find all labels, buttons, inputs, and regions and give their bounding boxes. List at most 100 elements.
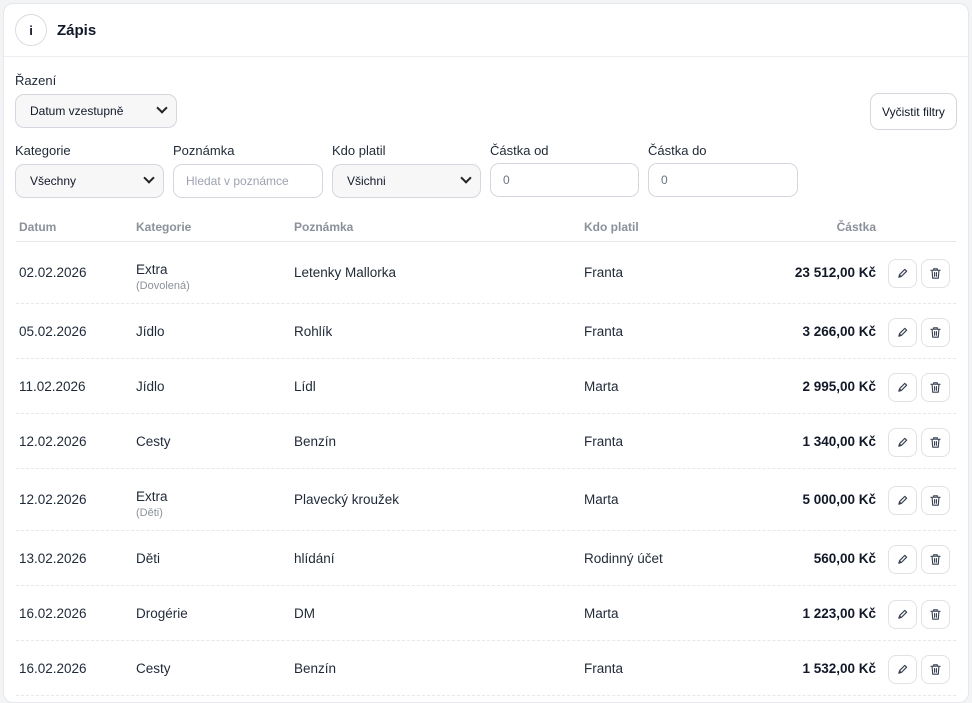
expenses-table: Datum Kategorie Poznámka Kdo platil Část…	[16, 208, 956, 696]
trash-icon	[929, 267, 942, 280]
delete-button[interactable]	[921, 486, 950, 515]
amount-to-value: 0	[661, 173, 668, 187]
amount-to-label: Částka do	[648, 143, 707, 158]
trash-icon	[929, 608, 942, 621]
cell-payer: Marta	[584, 379, 619, 394]
cell-date: 02.02.2026	[19, 265, 87, 280]
cell-payer: Marta	[584, 492, 619, 507]
payer-select-value: Všichni	[347, 174, 386, 188]
cell-category: Cesty	[136, 661, 171, 676]
edit-button[interactable]	[888, 600, 917, 629]
pencil-icon	[897, 554, 908, 565]
table-row: 13.02.2026 Děti hlídání Rodinný účet 560,00 …	[16, 531, 956, 586]
cell-amount: 2 995,00 Kč	[802, 379, 876, 394]
chevron-down-icon	[156, 102, 168, 114]
delete-button[interactable]	[921, 600, 950, 629]
note-search-input[interactable]: Hledat v poznámce	[173, 164, 323, 198]
cell-category: Děti	[136, 551, 161, 566]
amount-from-input[interactable]: 0	[490, 163, 639, 197]
table-row: 16.02.2026 Drogérie DM Marta 1 223,00 Kč	[16, 586, 956, 641]
delete-button[interactable]	[921, 545, 950, 574]
category-select[interactable]: Všechny	[15, 164, 164, 198]
sort-select[interactable]: Datum vzestupně	[15, 94, 177, 128]
edit-button[interactable]	[888, 259, 917, 288]
cell-note: Benzín	[294, 661, 337, 676]
cell-payer: Rodinný účet	[584, 551, 663, 566]
cell-note: Plavecký kroužek	[294, 492, 400, 507]
cell-payer: Franta	[584, 324, 624, 339]
delete-button[interactable]	[921, 655, 950, 684]
payer-label: Kdo platil	[332, 143, 386, 158]
clear-filters-button[interactable]: Vyčistit filtry	[870, 93, 957, 130]
cell-subcategory: (Děti)	[136, 507, 163, 519]
amount-from-label: Částka od	[490, 143, 549, 158]
payer-select[interactable]: Všichni	[332, 164, 481, 198]
pencil-icon	[897, 495, 908, 506]
category-label: Kategorie	[15, 143, 71, 158]
column-date[interactable]: Datum	[19, 220, 56, 234]
chevron-down-icon	[460, 172, 472, 184]
amount-from-value: 0	[503, 173, 510, 187]
expense-log-card: i Zápis Řazení Datum vzestupně Vyčistit …	[3, 3, 969, 703]
cell-category: Jídlo	[136, 379, 165, 394]
edit-button[interactable]	[888, 318, 917, 347]
cell-note: DM	[294, 606, 315, 621]
table-row: 05.02.2026 Jídlo Rohlík Franta 3 266,00 Kč	[16, 304, 956, 359]
cell-date: 12.02.2026	[19, 492, 87, 507]
card-header: i Zápis	[4, 4, 968, 57]
cell-note: Rohlík	[294, 324, 333, 339]
info-button[interactable]: i	[15, 14, 47, 46]
edit-button[interactable]	[888, 655, 917, 684]
trash-icon	[929, 663, 942, 676]
pencil-icon	[897, 437, 908, 448]
cell-category: Jídlo	[136, 324, 165, 339]
table-row: 12.02.2026 Extra (Děti) Plavecký kroužek Mar…	[16, 469, 956, 531]
cell-payer: Franta	[584, 265, 624, 280]
cell-amount: 3 266,00 Kč	[802, 324, 876, 339]
edit-button[interactable]	[888, 545, 917, 574]
edit-button[interactable]	[888, 486, 917, 515]
cell-amount: 5 000,00 Kč	[802, 492, 876, 507]
cell-payer: Marta	[584, 606, 619, 621]
cell-amount: 1 532,00 Kč	[802, 661, 876, 676]
cell-note: Letenky Mallorka	[294, 265, 397, 280]
cell-note: Benzín	[294, 434, 337, 449]
column-payer[interactable]: Kdo platil	[584, 220, 639, 234]
chevron-down-icon	[143, 172, 155, 184]
delete-button[interactable]	[921, 373, 950, 402]
pencil-icon	[897, 382, 908, 393]
cell-amount: 23 512,00 Kč	[794, 265, 876, 280]
cell-date: 13.02.2026	[19, 551, 87, 566]
trash-icon	[929, 494, 942, 507]
sort-select-value: Datum vzestupně	[30, 104, 124, 118]
cell-category: Cesty	[136, 434, 171, 449]
column-amount[interactable]: Částka	[837, 220, 876, 234]
cell-date: 16.02.2026	[19, 606, 87, 621]
cell-amount: 1 223,00 Kč	[802, 606, 876, 621]
delete-button[interactable]	[921, 259, 950, 288]
table-row: 11.02.2026 Jídlo Lídl Marta 2 995,00 Kč	[16, 359, 956, 414]
cell-date: 12.02.2026	[19, 434, 87, 449]
delete-button[interactable]	[921, 428, 950, 457]
pencil-icon	[897, 268, 908, 279]
sort-label: Řazení	[15, 73, 57, 88]
cell-category: Extra	[136, 262, 168, 277]
amount-to-input[interactable]: 0	[648, 163, 798, 197]
table-header: Datum Kategorie Poznámka Kdo platil Část…	[16, 208, 956, 242]
column-note[interactable]: Poznámka	[294, 220, 353, 234]
cell-category: Extra	[136, 489, 168, 504]
page-title: Zápis	[57, 21, 97, 39]
trash-icon	[929, 381, 942, 394]
cell-note: hlídání	[294, 551, 335, 566]
table-body: 02.02.2026 Extra (Dovolená) Letenky Mallork…	[16, 242, 956, 696]
column-category[interactable]: Kategorie	[136, 220, 191, 234]
table-row: 16.02.2026 Cesty Benzín Franta 1 532,00 Kč	[16, 641, 956, 696]
cell-date: 11.02.2026	[19, 379, 86, 394]
cell-payer: Franta	[584, 661, 624, 676]
edit-button[interactable]	[888, 373, 917, 402]
delete-button[interactable]	[921, 318, 950, 347]
edit-button[interactable]	[888, 428, 917, 457]
category-select-value: Všechny	[30, 174, 77, 188]
filters-panel: Řazení Datum vzestupně Vyčistit filtry K…	[4, 57, 968, 207]
pencil-icon	[897, 664, 908, 675]
